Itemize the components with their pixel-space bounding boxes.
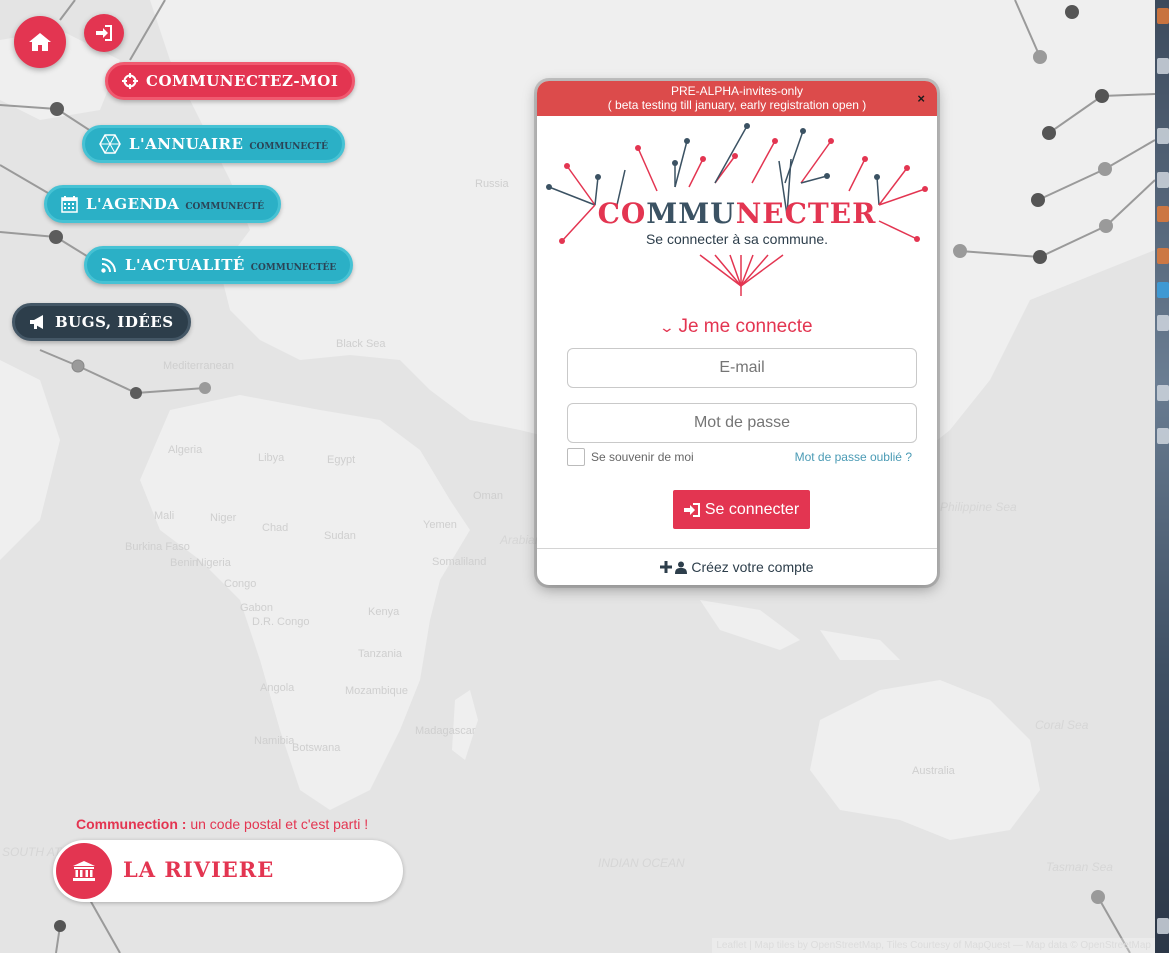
nav-annuaire[interactable]: L'ANNUAIRE COMMUNECTÉ — [82, 125, 345, 163]
launcher-icon[interactable] — [1157, 428, 1169, 444]
nav-item-sublabel: COMMUNECTÉE — [250, 263, 337, 273]
city-name: LA RIVIERE — [123, 857, 275, 882]
launcher-icon[interactable] — [1157, 8, 1169, 24]
map-label: Congo — [224, 578, 257, 590]
map-label: Angola — [260, 682, 295, 694]
home-button[interactable] — [14, 16, 66, 68]
nav-item-sublabel: COMMUNECTÉ — [249, 142, 328, 152]
email-field[interactable] — [567, 348, 917, 388]
map-label: Tanzania — [358, 648, 403, 660]
city-hall-icon — [56, 843, 112, 899]
map-label: Madagascar — [415, 725, 476, 737]
nav-item-label: L'ACTUALITÉ — [125, 256, 245, 274]
logo-wordmark: COMMUNECTER — [597, 197, 877, 230]
desktop-launcher-strip — [1155, 0, 1169, 953]
remember-me-checkbox[interactable] — [567, 448, 585, 466]
communecter-logo: COMMUNECTER Se connecter à sa commune. — [537, 121, 937, 296]
launcher-icon[interactable] — [1157, 172, 1169, 188]
nav-item-sublabel: COMMUNECTÉ — [185, 202, 264, 212]
map-label: Mozambique — [345, 685, 408, 697]
plus-icon — [660, 561, 673, 573]
home-icon — [29, 33, 51, 51]
forgot-password-link[interactable]: Mot de passe oublié ? — [795, 450, 912, 464]
sign-in-icon — [683, 502, 700, 517]
password-field[interactable] — [567, 403, 917, 443]
login-button[interactable] — [84, 14, 124, 52]
map-label: Oman — [473, 490, 503, 502]
create-account-link[interactable]: Créez votre compte — [537, 559, 937, 575]
hexagon-icon — [99, 134, 121, 154]
map-label: Somaliland — [432, 556, 487, 568]
login-submit-label: Se connecter — [704, 500, 800, 518]
map-label: Mediterranean — [163, 360, 234, 372]
map-label: Namibia — [254, 735, 295, 747]
nav-actualite[interactable]: L'ACTUALITÉ COMMUNECTÉE — [84, 246, 354, 284]
divider — [537, 548, 937, 549]
map-label: Benin — [170, 557, 199, 569]
map-label: Niger — [210, 512, 237, 524]
create-account-label: Créez votre compte — [691, 559, 814, 575]
banner-line-2: ( beta testing till january, early regis… — [607, 98, 867, 112]
map-label: Yemen — [423, 519, 457, 531]
launcher-icon[interactable] — [1157, 918, 1169, 934]
map-label: Sudan — [324, 530, 356, 542]
launcher-icon[interactable] — [1157, 315, 1169, 331]
map-label: Black Sea — [336, 338, 386, 350]
launcher-icon[interactable] — [1157, 206, 1169, 222]
map-label: Botswana — [292, 742, 341, 754]
close-icon[interactable]: × — [917, 92, 925, 106]
logo-tagline: Se connecter à sa commune. — [645, 231, 829, 247]
map-label: Philippine Sea — [940, 500, 1017, 514]
user-icon — [675, 561, 688, 574]
remember-me-row[interactable]: Se souvenir de moi — [567, 448, 694, 466]
map-label: Chad — [262, 522, 289, 534]
launcher-icon[interactable] — [1157, 385, 1169, 401]
pre-alpha-banner: PRE-ALPHA-invites-only ( beta testing ti… — [537, 81, 937, 116]
remember-me-label: Se souvenir de moi — [591, 450, 694, 464]
map-label: Tasman Sea — [1046, 860, 1113, 874]
map-label: Libya — [258, 452, 285, 464]
login-modal: PRE-ALPHA-invites-only ( beta testing ti… — [537, 81, 937, 585]
map-attribution[interactable]: Leaflet | Map tiles by OpenStreetMap, Ti… — [712, 938, 1155, 953]
map-label: Nigeria — [196, 557, 231, 569]
map-label: Egypt — [327, 454, 356, 466]
rss-icon — [101, 257, 117, 273]
launcher-icon[interactable] — [1157, 282, 1169, 298]
nav-agenda[interactable]: L'AGENDA COMMUNECTÉ — [44, 185, 281, 223]
sign-in-icon — [96, 25, 112, 41]
map-label: Russia — [475, 178, 509, 190]
map-label: Kenya — [368, 606, 400, 618]
nav-item-label: L'ANNUAIRE — [129, 135, 244, 153]
map-label: Australia — [912, 765, 955, 777]
chevron-down-icon: ⌄ — [659, 319, 676, 335]
communection-label: Communection : un code postal et c'est p… — [76, 816, 369, 832]
banner-line-1: PRE-ALPHA-invites-only — [670, 84, 804, 98]
map-label: Burkina Faso — [125, 541, 190, 553]
launcher-icon[interactable] — [1157, 58, 1169, 74]
calendar-icon — [61, 195, 78, 213]
nav-item-label: COMMUNECTEZ-MOI — [146, 72, 339, 90]
map-label: Algeria — [168, 444, 203, 456]
nav-communectez-moi[interactable]: COMMUNECTEZ-MOI — [105, 62, 356, 100]
map-label: Gabon — [240, 602, 274, 614]
launcher-icon[interactable] — [1157, 128, 1169, 144]
nav-bugs-idees[interactable]: BUGS, IDÉES — [12, 303, 191, 341]
launcher-icon[interactable] — [1157, 248, 1169, 264]
map-label: Coral Sea — [1035, 718, 1089, 732]
nav-item-label: BUGS, IDÉES — [55, 313, 174, 331]
map-label: D.R. Congo — [252, 616, 310, 628]
login-title: ⌄ Je me connecte — [659, 316, 813, 337]
bullhorn-icon — [29, 314, 47, 330]
map-label: INDIAN OCEAN — [598, 856, 685, 870]
city-selector[interactable]: LA RIVIERE — [53, 840, 403, 902]
map-label: Mali — [154, 510, 175, 522]
nav-item-label: L'AGENDA — [86, 195, 180, 213]
crosshairs-icon — [122, 73, 138, 89]
login-submit-button[interactable]: Se connecter — [673, 490, 810, 529]
